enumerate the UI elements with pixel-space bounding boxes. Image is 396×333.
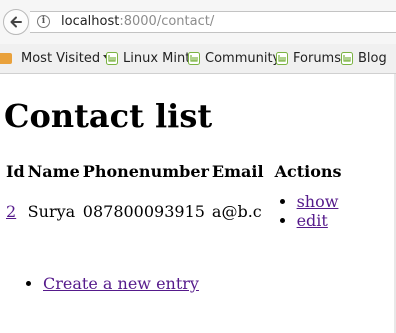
cell-phonenumber: 087800093915	[82, 201, 205, 221]
create-item: Create a new entry	[43, 274, 199, 294]
bookmark-label: Forums	[293, 51, 341, 66]
url-path: :8000/contact/	[119, 14, 215, 29]
linux-mint-icon	[341, 52, 353, 65]
column-header-id: Id	[6, 161, 25, 181]
table-row: 2 Surya 087800093915 a@b.c show edit	[6, 184, 342, 238]
folder-icon	[0, 53, 12, 64]
action-item: edit	[297, 211, 342, 230]
contact-id-link[interactable]: 2	[6, 202, 16, 221]
create-list: Create a new entry	[19, 274, 199, 294]
show-link[interactable]: show	[297, 192, 339, 211]
page-title: Contact list	[4, 97, 213, 135]
linux-mint-icon	[188, 52, 200, 65]
column-header-actions: Actions	[274, 161, 342, 181]
info-icon[interactable]: i	[37, 15, 50, 28]
actions-list: show edit	[267, 192, 342, 230]
cell-actions: show edit	[267, 184, 342, 238]
create-new-entry-link[interactable]: Create a new entry	[43, 274, 199, 293]
browser-toolbar: i localhost:8000/contact/	[0, 0, 396, 44]
linux-mint-icon	[106, 52, 118, 65]
column-header-phonenumber: Phonenumber	[82, 161, 209, 181]
bookmark-label: Most Visited	[21, 51, 112, 67]
url-host: localhost	[61, 14, 120, 29]
edit-link[interactable]: edit	[297, 211, 328, 230]
bookmark-label: Blog	[358, 51, 387, 66]
contacts-table: Id Name Phonenumber Email Actions 2 Sury…	[3, 158, 345, 238]
back-button[interactable]	[3, 9, 29, 35]
url-text: localhost:8000/contact/	[61, 12, 214, 32]
linux-mint-icon	[276, 52, 288, 65]
bookmark-label: Linux Mint	[123, 51, 191, 66]
cell-name: Surya	[27, 201, 76, 221]
cell-id: 2	[6, 184, 25, 238]
column-header-email: Email	[211, 161, 264, 181]
back-arrow-icon	[10, 16, 22, 28]
table-header-row: Id Name Phonenumber Email Actions	[6, 158, 342, 184]
bookmark-label: Community	[205, 51, 281, 66]
cell-email: a@b.c	[211, 201, 262, 221]
column-header-name: Name	[27, 161, 80, 181]
bookmarks-toolbar: Most Visited Linux Mint Community Forums…	[0, 44, 396, 74]
action-item: show	[297, 192, 342, 211]
url-bar[interactable]: i localhost:8000/contact/	[30, 11, 396, 33]
